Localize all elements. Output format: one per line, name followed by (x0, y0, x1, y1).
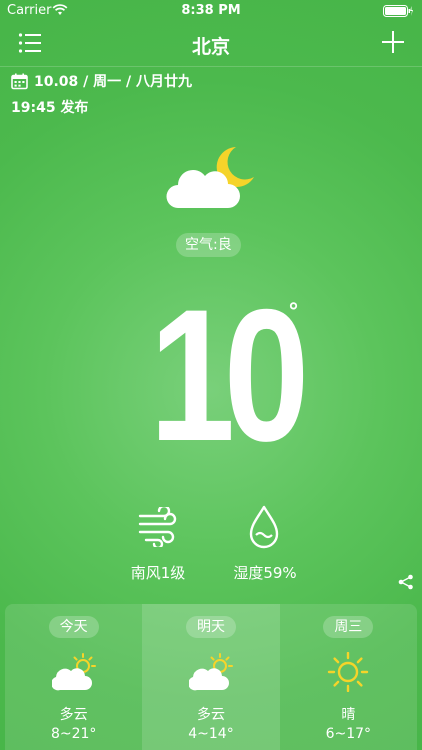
forecast-day-today[interactable]: 今天 多云 8~21° (5, 604, 142, 750)
forecast-day-wednesday[interactable]: 周三 晴 6~17° (280, 604, 417, 750)
share-icon[interactable] (398, 574, 414, 590)
day-label: 明天 (185, 616, 236, 638)
day-label: 今天 (48, 616, 99, 638)
add-city-icon[interactable] (382, 31, 404, 53)
day-condition: 多云 (59, 707, 88, 723)
day-temp-range: 6~17° (325, 726, 372, 742)
wind-label: 南风1级 (130, 564, 186, 582)
clock-time: 8:38 PM (181, 3, 241, 18)
day-label: 周三 (323, 616, 374, 638)
humidity-label: 湿度59% (233, 564, 297, 582)
forecast-panel: 今天 多云 8~21° 明天 多云 4~14° 周三 晴 6~17° (5, 604, 417, 750)
nav-bar: 北京 (0, 22, 422, 67)
day-condition: 多云 (196, 707, 225, 723)
partly-cloudy-icon (51, 653, 96, 691)
battery-icon (383, 5, 413, 17)
forecast-day-tomorrow[interactable]: 明天 多云 4~14° (142, 604, 280, 750)
day-temp-range: 8~21° (50, 726, 97, 742)
calendar-icon (11, 73, 28, 89)
partly-cloudy-icon (188, 653, 233, 691)
status-bar: Carrier 8:38 PM (0, 0, 422, 22)
sunny-icon (328, 652, 369, 692)
date-text: 10.08 / 周一 / 八月廿九 (34, 74, 193, 90)
air-quality-badge: 空气:良 (176, 233, 241, 257)
day-temp-range: 4~14° (188, 726, 234, 742)
current-temperature: 10 (149, 270, 309, 480)
day-condition: 晴 (341, 707, 356, 723)
city-title[interactable]: 北京 (0, 32, 422, 59)
partly-cloudy-night-icon (166, 147, 254, 208)
date-row: 10.08 / 周一 / 八月廿九 (11, 71, 192, 91)
humidity-drop-icon (249, 505, 279, 549)
degree-symbol: ° (288, 300, 299, 325)
wind-icon (138, 507, 177, 547)
publish-time: 19:45 发布 (11, 100, 89, 116)
